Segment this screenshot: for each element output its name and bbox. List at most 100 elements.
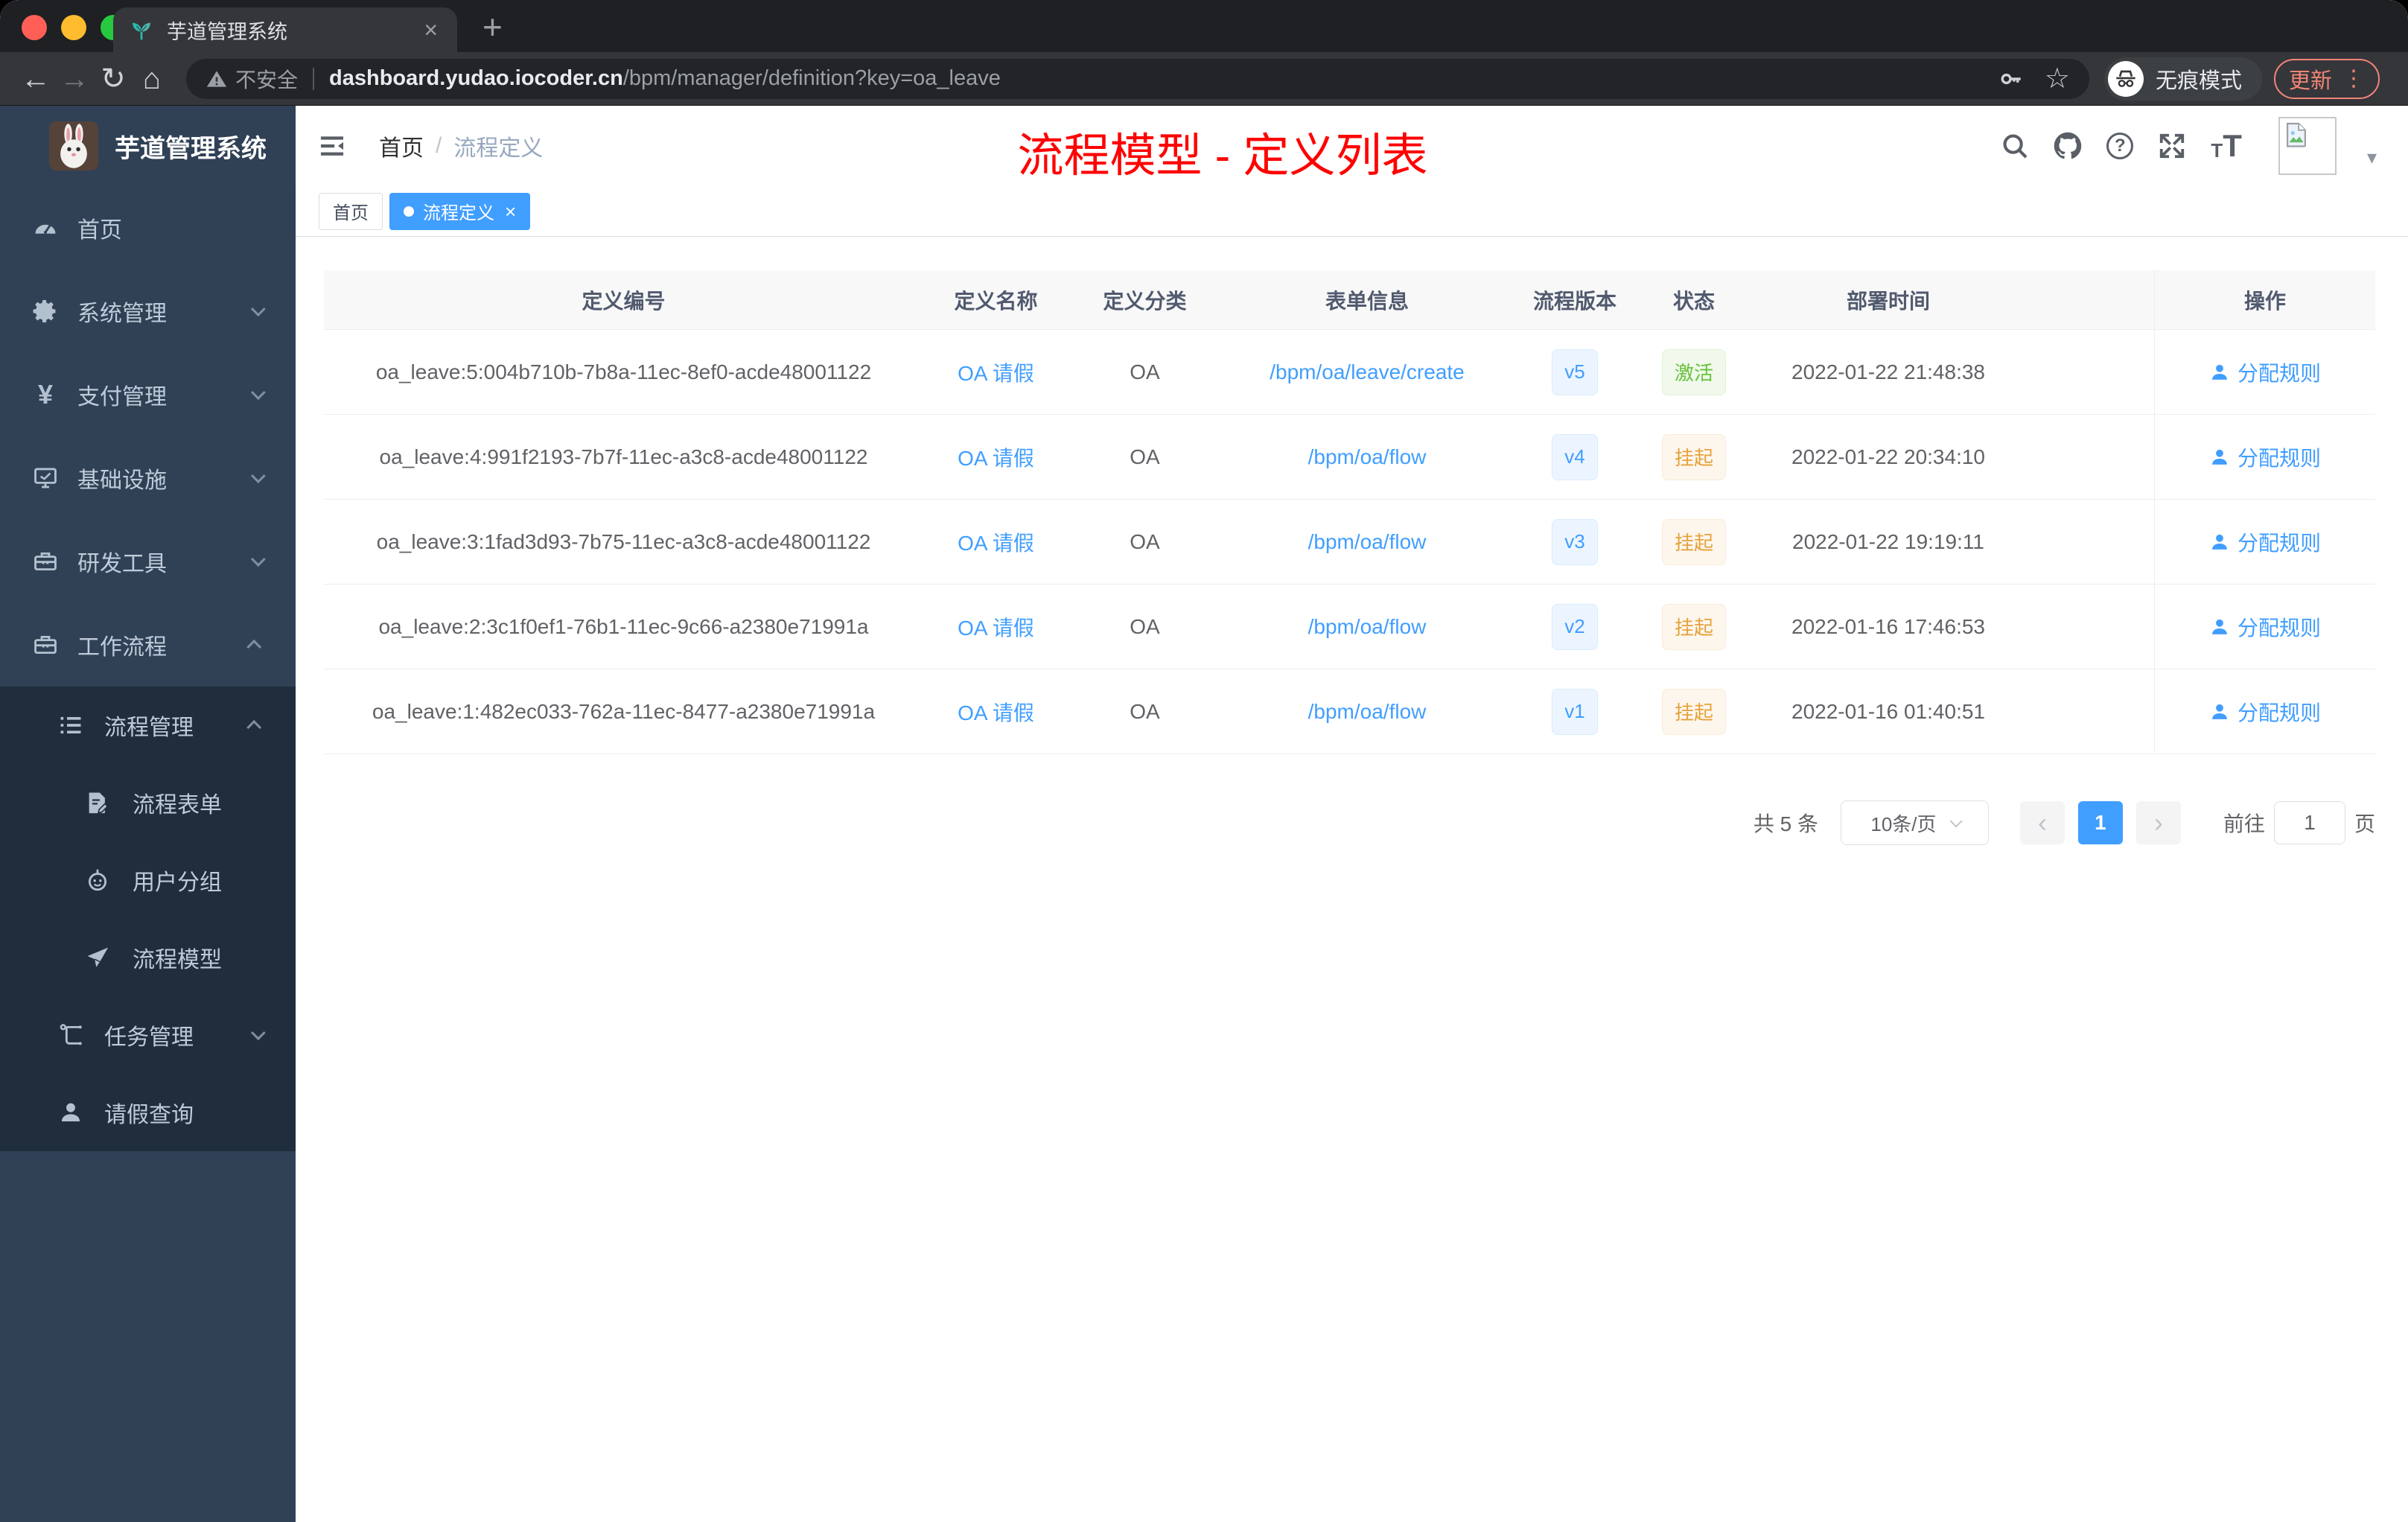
- security-label[interactable]: 不安全: [235, 64, 298, 94]
- definition-category: OA: [1130, 529, 1160, 553]
- dashboard-icon: [34, 223, 57, 235]
- definition-name-link[interactable]: OA 请假: [958, 697, 1034, 727]
- home-button[interactable]: ⌂: [133, 64, 171, 94]
- sidebar-item-system[interactable]: 系统管理: [0, 270, 296, 353]
- avatar-caret-icon[interactable]: ▾: [2367, 146, 2377, 169]
- assign-rule-label: 分配规则: [2237, 531, 2321, 555]
- form-link[interactable]: /bpm/oa/flow: [1308, 530, 1427, 554]
- tab-title: 芋道管理系统: [167, 20, 287, 43]
- tab-close-button[interactable]: ×: [421, 18, 441, 42]
- text-size-large: T: [2223, 128, 2242, 164]
- chevron-down-icon: [250, 552, 266, 567]
- gear-icon: [33, 299, 56, 323]
- assign-rule-label: 分配规则: [2237, 701, 2321, 725]
- sidebar-item-payment[interactable]: ¥ 支付管理: [0, 353, 296, 436]
- chevron-up-icon: [246, 639, 262, 655]
- forward-button[interactable]: →: [55, 64, 94, 94]
- help-icon[interactable]: ?: [2106, 133, 2134, 159]
- sidebar-logo[interactable]: 芋道管理系统: [0, 106, 296, 186]
- text-size-icon[interactable]: TT: [2211, 128, 2242, 164]
- table-row: oa_leave:2:3c1f0ef1-76b1-11ec-9c66-a2380…: [324, 585, 2375, 669]
- sidebar-item-label: 基础设施: [77, 468, 167, 493]
- prev-page-button[interactable]: ‹: [2019, 801, 2065, 844]
- avatar[interactable]: [2278, 117, 2337, 175]
- assign-rule-link[interactable]: 分配规则: [2209, 357, 2321, 387]
- form-link[interactable]: /bpm/oa/flow: [1308, 700, 1427, 724]
- bookmark-star-icon[interactable]: ☆: [2045, 65, 2070, 93]
- sidebar-item-devtools[interactable]: 研发工具: [0, 520, 296, 603]
- browser-window: 芋道管理系统 × + ← → ↻ ⌂ 不安全 dashboard.yudao.i…: [0, 0, 2408, 1522]
- assign-rule-link[interactable]: 分配规则: [2209, 697, 2321, 727]
- browser-menu-icon[interactable]: ⋮: [2342, 67, 2365, 90]
- breadcrumb-current: 流程定义: [453, 136, 544, 161]
- sidebar-item-process-mgmt[interactable]: 流程管理: [0, 687, 296, 764]
- breadcrumb-home[interactable]: 首页: [379, 130, 424, 162]
- key-icon[interactable]: [1998, 66, 2024, 92]
- sidebar-item-process-model[interactable]: 流程模型: [0, 919, 296, 996]
- form-link[interactable]: /bpm/oa/flow: [1308, 615, 1427, 639]
- sidebar-item-infra[interactable]: 基础设施: [0, 436, 296, 520]
- chevron-down-icon: [250, 302, 266, 317]
- chevron-down-icon: [250, 1025, 266, 1041]
- assign-rule-link[interactable]: 分配规则: [2209, 612, 2321, 642]
- definition-id: oa_leave:2:3c1f0ef1-76b1-11ec-9c66-a2380…: [378, 614, 869, 638]
- window-minimize-button[interactable]: [61, 15, 86, 40]
- sidebar-item-label: 流程表单: [133, 793, 222, 818]
- sidebar-collapse-icon[interactable]: [318, 132, 346, 160]
- back-button[interactable]: ←: [16, 64, 55, 94]
- definition-name-link[interactable]: OA 请假: [958, 527, 1034, 557]
- sidebar-item-task-mgmt[interactable]: 任务管理: [0, 996, 296, 1074]
- sidebar-item-workflow[interactable]: 工作流程: [0, 603, 296, 687]
- sidebar-item-label: 请假查询: [104, 1103, 194, 1127]
- omnibox-divider: [313, 67, 315, 90]
- pagination: 共 5 条 10条/页 ‹ 1 › 前往 页: [324, 800, 2375, 845]
- assign-rule-link[interactable]: 分配规则: [2209, 442, 2321, 472]
- column-header-category: 定义分类: [1103, 289, 1187, 313]
- new-tab-button[interactable]: +: [482, 6, 503, 48]
- annotation-overlay: 流程模型 - 定义列表: [1017, 130, 1428, 182]
- sidebar-item-leave-query[interactable]: 请假查询: [0, 1074, 296, 1151]
- goto-page-input[interactable]: [2273, 801, 2345, 844]
- chevron-down-icon: [1949, 815, 1963, 828]
- sidebar-item-process-form[interactable]: 流程表单: [0, 764, 296, 841]
- github-icon[interactable]: [2054, 132, 2082, 160]
- browser-toolbar: ← → ↻ ⌂ 不安全 dashboard.yudao.iocoder.cn /…: [0, 52, 2408, 106]
- address-bar[interactable]: 不安全 dashboard.yudao.iocoder.cn /bpm/mana…: [186, 58, 2089, 99]
- page-number-button[interactable]: 1: [2077, 801, 2123, 844]
- fullscreen-icon[interactable]: [2158, 132, 2186, 160]
- tag-close-icon[interactable]: ×: [505, 202, 516, 221]
- form-link[interactable]: /bpm/oa/leave/create: [1270, 360, 1465, 384]
- tag-process-definition[interactable]: 流程定义 ×: [389, 192, 531, 230]
- definition-category: OA: [1130, 445, 1160, 468]
- version-badge: v5: [1552, 348, 1598, 395]
- page-size-value: 10条/页: [1870, 812, 1937, 835]
- rabbit-logo-icon: [49, 121, 98, 171]
- text-size-small: T: [2211, 138, 2223, 162]
- assign-rule-link[interactable]: 分配规则: [2209, 527, 2321, 557]
- url-path: /bpm/manager/definition?key=oa_leave: [622, 66, 1001, 90]
- browser-tab[interactable]: 芋道管理系统 ×: [113, 7, 457, 52]
- reload-button[interactable]: ↻: [94, 64, 133, 94]
- window-close-button[interactable]: [22, 15, 47, 40]
- page-size-select[interactable]: 10条/页: [1840, 800, 1989, 845]
- search-icon[interactable]: [2001, 132, 2029, 160]
- column-header-time: 部署时间: [1846, 289, 1930, 313]
- sidebar-item-home[interactable]: 首页: [0, 186, 296, 270]
- sidebar-item-user-group[interactable]: 用户分组: [0, 841, 296, 919]
- definition-name-link[interactable]: OA 请假: [958, 357, 1034, 387]
- help-glyph: ?: [2115, 136, 2126, 156]
- app-title: 芋道管理系统: [115, 134, 267, 163]
- assign-user-icon: [2212, 364, 2227, 380]
- window-controls: [22, 15, 126, 40]
- definition-name-link[interactable]: OA 请假: [958, 442, 1034, 472]
- table-row: oa_leave:4:991f2193-7b7f-11ec-a3c8-acde4…: [324, 415, 2375, 500]
- definition-id: oa_leave:4:991f2193-7b7f-11ec-a3c8-acde4…: [379, 445, 868, 468]
- next-page-button[interactable]: ›: [2135, 801, 2181, 844]
- sidebar-item-label: 用户分组: [133, 870, 222, 895]
- tag-home[interactable]: 首页: [319, 192, 383, 230]
- tag-active-dot: [404, 206, 414, 217]
- browser-update-button[interactable]: 更新 ⋮: [2274, 58, 2380, 99]
- incognito-icon: [2108, 60, 2144, 97]
- definition-name-link[interactable]: OA 请假: [958, 612, 1034, 642]
- form-link[interactable]: /bpm/oa/flow: [1308, 445, 1427, 469]
